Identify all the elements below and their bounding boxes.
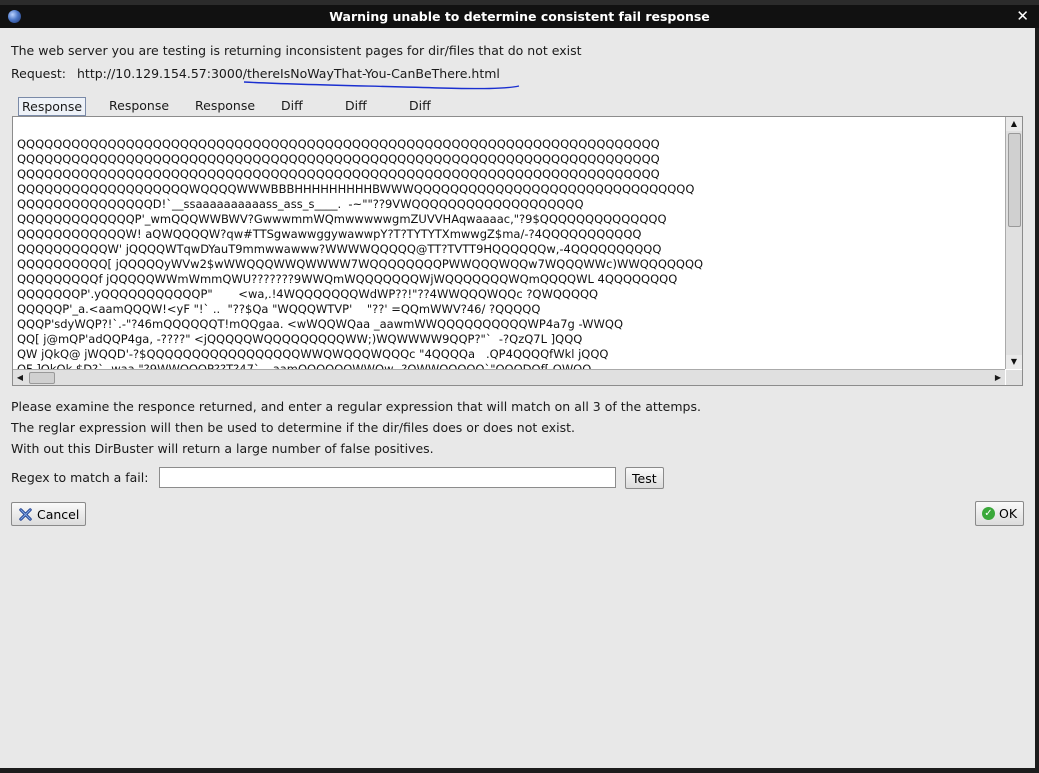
horizontal-scrollbar[interactable]: ◀ ▶ — [13, 369, 1005, 385]
tab-diff-2-3[interactable]: Diff 2 : 3 — [406, 97, 434, 147]
vertical-scroll-thumb[interactable] — [1008, 133, 1021, 227]
instruction-line-3: With out this DirBuster will return a la… — [11, 441, 434, 456]
window-title: Warning unable to determine consistent f… — [329, 9, 710, 24]
vertical-scrollbar[interactable]: ▲ ▼ — [1005, 117, 1022, 369]
scroll-up-arrow-icon[interactable]: ▲ — [1006, 117, 1022, 131]
tab-diff-1-2[interactable]: Diff 1 : 2 — [278, 97, 306, 147]
close-icon[interactable]: ✕ — [1016, 7, 1029, 25]
cancel-x-icon — [19, 507, 32, 521]
instruction-line-1: Please examine the responce returned, an… — [11, 399, 701, 414]
window-bottom-border — [0, 768, 1039, 773]
ok-button[interactable]: ✓ OK — [975, 501, 1025, 526]
horizontal-scroll-thumb[interactable] — [29, 372, 55, 384]
handwritten-underline — [243, 81, 520, 90]
cancel-button[interactable]: Cancel — [11, 502, 87, 526]
scroll-down-arrow-icon[interactable]: ▼ — [1006, 355, 1022, 369]
regex-input[interactable] — [159, 467, 616, 488]
tab-response-3[interactable]: Response 3 — [192, 97, 258, 130]
tab-diff-1-3[interactable]: Diff 1 : 3 — [342, 97, 370, 147]
response-text-panel[interactable]: QQQQQQQQQQQQQQQQQQQQQQQQQQQQQQQQQQQQQQQQ… — [12, 116, 1023, 386]
tab-response-2[interactable]: Response 2 — [106, 97, 172, 130]
window-right-border — [1035, 28, 1039, 773]
window-titlebar[interactable]: Warning unable to determine consistent f… — [0, 5, 1039, 28]
ok-check-icon: ✓ — [982, 507, 995, 520]
test-button[interactable]: Test — [625, 467, 664, 489]
response-body-text: QQQQQQQQQQQQQQQQQQQQQQQQQQQQQQQQQQQQQQQQ… — [17, 137, 704, 376]
scroll-right-arrow-icon[interactable]: ▶ — [991, 370, 1005, 385]
dialog-content: The web server you are testing is return… — [0, 28, 1035, 768]
tab-response-1[interactable]: Response 1 — [18, 97, 87, 131]
regex-label: Regex to match a fail: — [11, 470, 149, 485]
scroll-corner — [1006, 370, 1022, 385]
instruction-line-2: The reglar expression will then be used … — [11, 420, 575, 435]
scroll-left-arrow-icon[interactable]: ◀ — [13, 370, 27, 385]
